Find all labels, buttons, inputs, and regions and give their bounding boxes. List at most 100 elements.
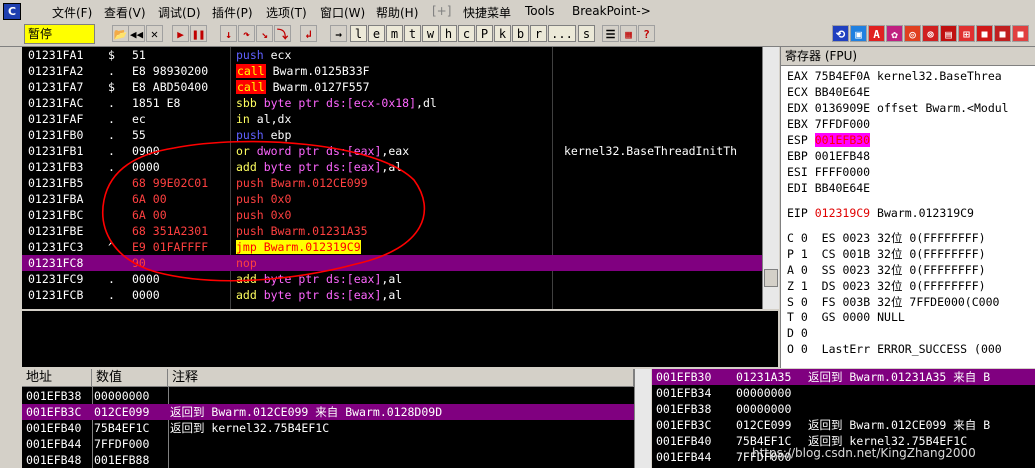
open-icon[interactable]: 📂 bbox=[112, 25, 129, 42]
rewind-icon[interactable]: ◀◀ bbox=[128, 25, 145, 42]
stack-row[interactable]: 001EFB38 00000000 bbox=[652, 401, 1035, 417]
disasm-row[interactable]: 01231FAF. ec in al,dx bbox=[22, 111, 762, 127]
flag-bit[interactable]: 0 bbox=[801, 295, 808, 309]
register-value[interactable]: 001EFB30 bbox=[814, 133, 871, 147]
goto-icon[interactable]: → bbox=[330, 25, 347, 42]
dump-row[interactable]: 001EFB40 75B4EF1C 返回到 kernel32.75B4EF1C bbox=[22, 420, 634, 436]
help-icon[interactable]: ? bbox=[638, 25, 655, 42]
plugin-icon-7[interactable]: ⊞ bbox=[958, 25, 975, 42]
dump-row[interactable]: 001EFB3C 012CE099 返回到 Bwarm.012CE099 来自 Bw… bbox=[22, 404, 634, 420]
flag-bit[interactable]: 0 bbox=[801, 342, 808, 356]
flag-line[interactable]: O 0 LastErr ERROR_SUCCESS (000 bbox=[787, 342, 1009, 356]
flag-line[interactable]: T 0 GS 0000 NULL bbox=[787, 310, 912, 324]
list-icon[interactable]: ☰ bbox=[602, 25, 619, 42]
flag-line[interactable]: S 0 FS 003B 32位 7FFDE000(C000 bbox=[787, 294, 999, 310]
trace-into-icon[interactable]: ↘ bbox=[256, 25, 273, 42]
menu-file[interactable]: 文件(F) bbox=[52, 4, 92, 21]
header-comment[interactable]: 注释 bbox=[168, 369, 634, 387]
flag-bit[interactable]: 0 bbox=[801, 231, 808, 245]
flag-line[interactable]: Z 1 DS 0023 32位 0(FFFFFFFF) bbox=[787, 278, 986, 294]
register-value[interactable]: 75B4EF0A bbox=[815, 69, 870, 83]
register-edx[interactable]: EDX 0136909E offset Bwarm.<Modul bbox=[787, 101, 1009, 115]
toolbar-letter-h[interactable]: h bbox=[440, 25, 457, 42]
menu-shortcut[interactable]: 快捷菜单 bbox=[463, 4, 511, 21]
flag-line[interactable]: P 1 CS 001B 32位 0(FFFFFFFF) bbox=[787, 246, 986, 262]
register-value[interactable]: FFFF0000 bbox=[815, 165, 870, 179]
menu-view[interactable]: 查看(V) bbox=[104, 4, 146, 21]
flag-bit[interactable]: 0 bbox=[801, 326, 808, 340]
menu-tools[interactable]: Tools bbox=[525, 4, 555, 18]
register-eax[interactable]: EAX 75B4EF0A kernel32.BaseThrea bbox=[787, 69, 1002, 83]
menu-plugins[interactable]: 插件(P) bbox=[212, 4, 253, 21]
register-value[interactable]: 001EFB48 bbox=[815, 149, 870, 163]
header-address[interactable]: 地址 bbox=[22, 369, 92, 387]
disasm-row[interactable]: 01231FA2. E8 98930200 call Bwarm.0125B33F bbox=[22, 63, 762, 79]
flag-line[interactable]: C 0 ES 0023 32位 0(FFFFFFFF) bbox=[787, 230, 986, 246]
register-value[interactable]: 012319C9 bbox=[815, 206, 870, 220]
register-eip[interactable]: EIP 012319C9 Bwarm.012319C9 bbox=[787, 206, 974, 220]
toolbar-letter-c[interactable]: c bbox=[458, 25, 475, 42]
plugin-icon-8[interactable]: ■ bbox=[976, 25, 993, 42]
plugin-icon-1[interactable]: ⟲ bbox=[832, 25, 849, 42]
menu-options[interactable]: 选项(T) bbox=[266, 4, 307, 21]
toolbar-letter-t[interactable]: t bbox=[404, 25, 421, 42]
header-value[interactable]: 数值 bbox=[92, 369, 168, 387]
scrollbar-thumb[interactable] bbox=[764, 269, 778, 287]
plugin-icon-10[interactable]: ■ bbox=[1012, 25, 1029, 42]
register-value[interactable]: BB40E64E bbox=[815, 85, 870, 99]
run-icon[interactable]: ▶ bbox=[172, 25, 189, 42]
flag-line[interactable]: A 0 SS 0023 32位 0(FFFFFFFF) bbox=[787, 262, 986, 278]
toolbar-letter-k[interactable]: k bbox=[494, 25, 511, 42]
menu-window[interactable]: 窗口(W) bbox=[320, 4, 365, 21]
toolbar-letter-s[interactable]: s bbox=[578, 25, 595, 42]
register-ebp[interactable]: EBP 001EFB48 bbox=[787, 149, 877, 163]
dump-row[interactable]: 001EFB44 7FFDF000 bbox=[22, 436, 634, 452]
plugin-icon-4[interactable]: ◎ bbox=[904, 25, 921, 42]
disassembly-pane[interactable]: 01231FA1 $51 push ecx 01231FA2. E8 98930200 c… bbox=[22, 47, 762, 309]
plugin-icon-5[interactable]: ⊚ bbox=[922, 25, 939, 42]
settings-grid-icon[interactable]: ▦ bbox=[620, 25, 637, 42]
toolbar-letter-w[interactable]: w bbox=[422, 25, 439, 42]
flag-bit[interactable]: 1 bbox=[801, 279, 808, 293]
memory-dump-pane[interactable]: 地址 数值 注释 001EFB38 00000000 001EFB3C 012CE09… bbox=[22, 369, 634, 468]
disasm-row[interactable]: 01231FA7 $ E8 ABD50400 call Bwarm.0127F557 bbox=[22, 79, 762, 95]
execute-till-return-icon[interactable]: ↲ bbox=[300, 25, 317, 42]
trace-over-icon[interactable]: ⤵ bbox=[274, 25, 291, 42]
toolbar-letter-m[interactable]: m bbox=[386, 25, 403, 42]
pause-icon[interactable]: ❚❚ bbox=[190, 25, 207, 42]
plugin-icon-9[interactable]: ■ bbox=[994, 25, 1011, 42]
disassembly-scrollbar[interactable] bbox=[762, 47, 779, 309]
dump-scrollbar[interactable] bbox=[634, 369, 651, 468]
stack-row[interactable]: 001EFB30 01231A35 返回到 Bwarm.01231A35 来自 B bbox=[652, 369, 1035, 385]
register-esp[interactable]: ESP 001EFB30 bbox=[787, 133, 877, 147]
stack-row[interactable]: 001EFB3C 012CE099 返回到 Bwarm.012CE099 来自 B bbox=[652, 417, 1035, 433]
menu-plus[interactable]: [+] bbox=[432, 4, 451, 18]
close-icon[interactable]: ✕ bbox=[146, 25, 163, 42]
register-value[interactable]: 7FFDF000 bbox=[815, 117, 870, 131]
step-over-icon[interactable]: ↷ bbox=[238, 25, 255, 42]
register-value[interactable]: 0136909E bbox=[815, 101, 870, 115]
plugin-icon-3[interactable]: ✿ bbox=[886, 25, 903, 42]
toolbar-letter-e[interactable]: e bbox=[368, 25, 385, 42]
register-ecx[interactable]: ECX BB40E64E bbox=[787, 85, 877, 99]
stack-row[interactable]: 001EFB34 00000000 bbox=[652, 385, 1035, 401]
flag-line[interactable]: D 0 bbox=[787, 326, 842, 340]
flag-bit[interactable]: 0 bbox=[801, 310, 808, 324]
register-ebx[interactable]: EBX 7FFDF000 bbox=[787, 117, 877, 131]
disasm-row[interactable]: 01231FAC. 1851 E8 sbb byte ptr ds:[ecx-0x1… bbox=[22, 95, 762, 111]
plugin-icon-6[interactable]: ▤ bbox=[940, 25, 957, 42]
menu-debug[interactable]: 调试(D) bbox=[158, 4, 201, 21]
toolbar-letter-ellipsis[interactable]: ... bbox=[548, 25, 576, 42]
dump-row[interactable]: 001EFB48 001EFB88 bbox=[22, 452, 634, 468]
dump-row[interactable]: 001EFB38 00000000 bbox=[22, 388, 634, 404]
toolbar-letter-r[interactable]: r bbox=[530, 25, 547, 42]
toolbar-letter-p[interactable]: P bbox=[476, 25, 493, 42]
register-esi[interactable]: ESI FFFF0000 bbox=[787, 165, 877, 179]
plugin-icon-2[interactable]: ▣ bbox=[850, 25, 867, 42]
registers-pane[interactable]: 寄存器 (FPU) EAX 75B4EF0A kernel32.BaseThre… bbox=[780, 47, 1035, 368]
menu-breakpoint[interactable]: BreakPoint-> bbox=[572, 4, 651, 18]
register-value[interactable]: BB40E64E bbox=[815, 181, 870, 195]
plugin-icon-a[interactable]: A bbox=[868, 25, 885, 42]
disasm-row[interactable]: 01231FA1 $51 push ecx bbox=[22, 47, 762, 63]
flag-bit[interactable]: 0 bbox=[801, 263, 808, 277]
